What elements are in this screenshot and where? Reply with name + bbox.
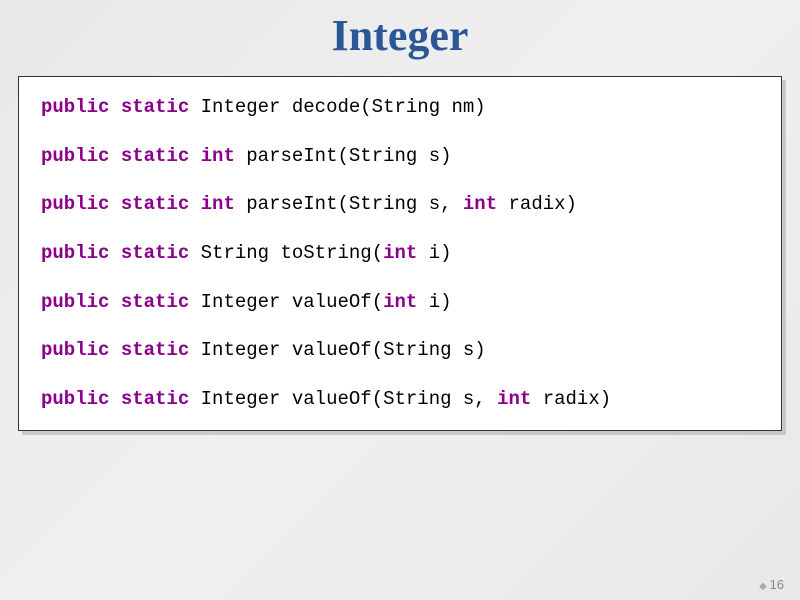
keyword: int bbox=[383, 291, 417, 313]
keyword: public static bbox=[41, 339, 189, 361]
keyword: int bbox=[463, 193, 497, 215]
page-number: 16 bbox=[759, 577, 784, 592]
code-text: radix) bbox=[531, 388, 611, 410]
code-text: Integer bbox=[201, 96, 292, 118]
code-text: radix) bbox=[497, 193, 577, 215]
code-text: i) bbox=[417, 242, 451, 264]
method-name: decode bbox=[292, 96, 360, 118]
keyword: public static bbox=[41, 145, 189, 167]
keyword: public static bbox=[41, 96, 189, 118]
code-text: Integer bbox=[201, 291, 292, 313]
code-text bbox=[189, 145, 200, 167]
keyword: public static bbox=[41, 388, 189, 410]
method-name: valueOf bbox=[292, 291, 372, 313]
method-signature: public static int parseInt(String s) bbox=[41, 144, 759, 169]
method-signature: public static Integer valueOf(String s) bbox=[41, 338, 759, 363]
method-name: toString bbox=[280, 242, 371, 264]
code-text bbox=[189, 291, 200, 313]
keyword: public static bbox=[41, 291, 189, 313]
code-text: (String s, bbox=[337, 193, 462, 215]
code-text: ( bbox=[372, 291, 383, 313]
code-text: (String nm) bbox=[360, 96, 485, 118]
code-text: Integer bbox=[201, 339, 292, 361]
method-name: valueOf bbox=[292, 339, 372, 361]
keyword: int bbox=[201, 193, 235, 215]
code-text bbox=[189, 388, 200, 410]
method-name: valueOf bbox=[292, 388, 372, 410]
method-name: parseInt bbox=[246, 145, 337, 167]
method-signature: public static Integer valueOf(int i) bbox=[41, 290, 759, 315]
code-text bbox=[235, 193, 246, 215]
code-text: ( bbox=[372, 242, 383, 264]
keyword: int bbox=[497, 388, 531, 410]
keyword: int bbox=[383, 242, 417, 264]
code-text bbox=[189, 242, 200, 264]
code-text bbox=[189, 339, 200, 361]
keyword: int bbox=[201, 145, 235, 167]
code-text: Integer bbox=[201, 388, 292, 410]
code-block: public static Integer decode(String nm) … bbox=[18, 76, 782, 431]
code-text: i) bbox=[417, 291, 451, 313]
code-text: (String s, bbox=[372, 388, 497, 410]
keyword: public static bbox=[41, 242, 189, 264]
code-text: String bbox=[201, 242, 281, 264]
method-signature: public static String toString(int i) bbox=[41, 241, 759, 266]
slide-title: Integer bbox=[0, 0, 800, 76]
code-text: (String s) bbox=[337, 145, 451, 167]
method-name: parseInt bbox=[246, 193, 337, 215]
method-signature: public static int parseInt(String s, int… bbox=[41, 192, 759, 217]
code-text bbox=[189, 193, 200, 215]
method-signature: public static Integer decode(String nm) bbox=[41, 95, 759, 120]
method-signature: public static Integer valueOf(String s, … bbox=[41, 387, 759, 412]
code-text: (String s) bbox=[372, 339, 486, 361]
keyword: public static bbox=[41, 193, 189, 215]
code-text bbox=[235, 145, 246, 167]
code-text bbox=[189, 96, 200, 118]
